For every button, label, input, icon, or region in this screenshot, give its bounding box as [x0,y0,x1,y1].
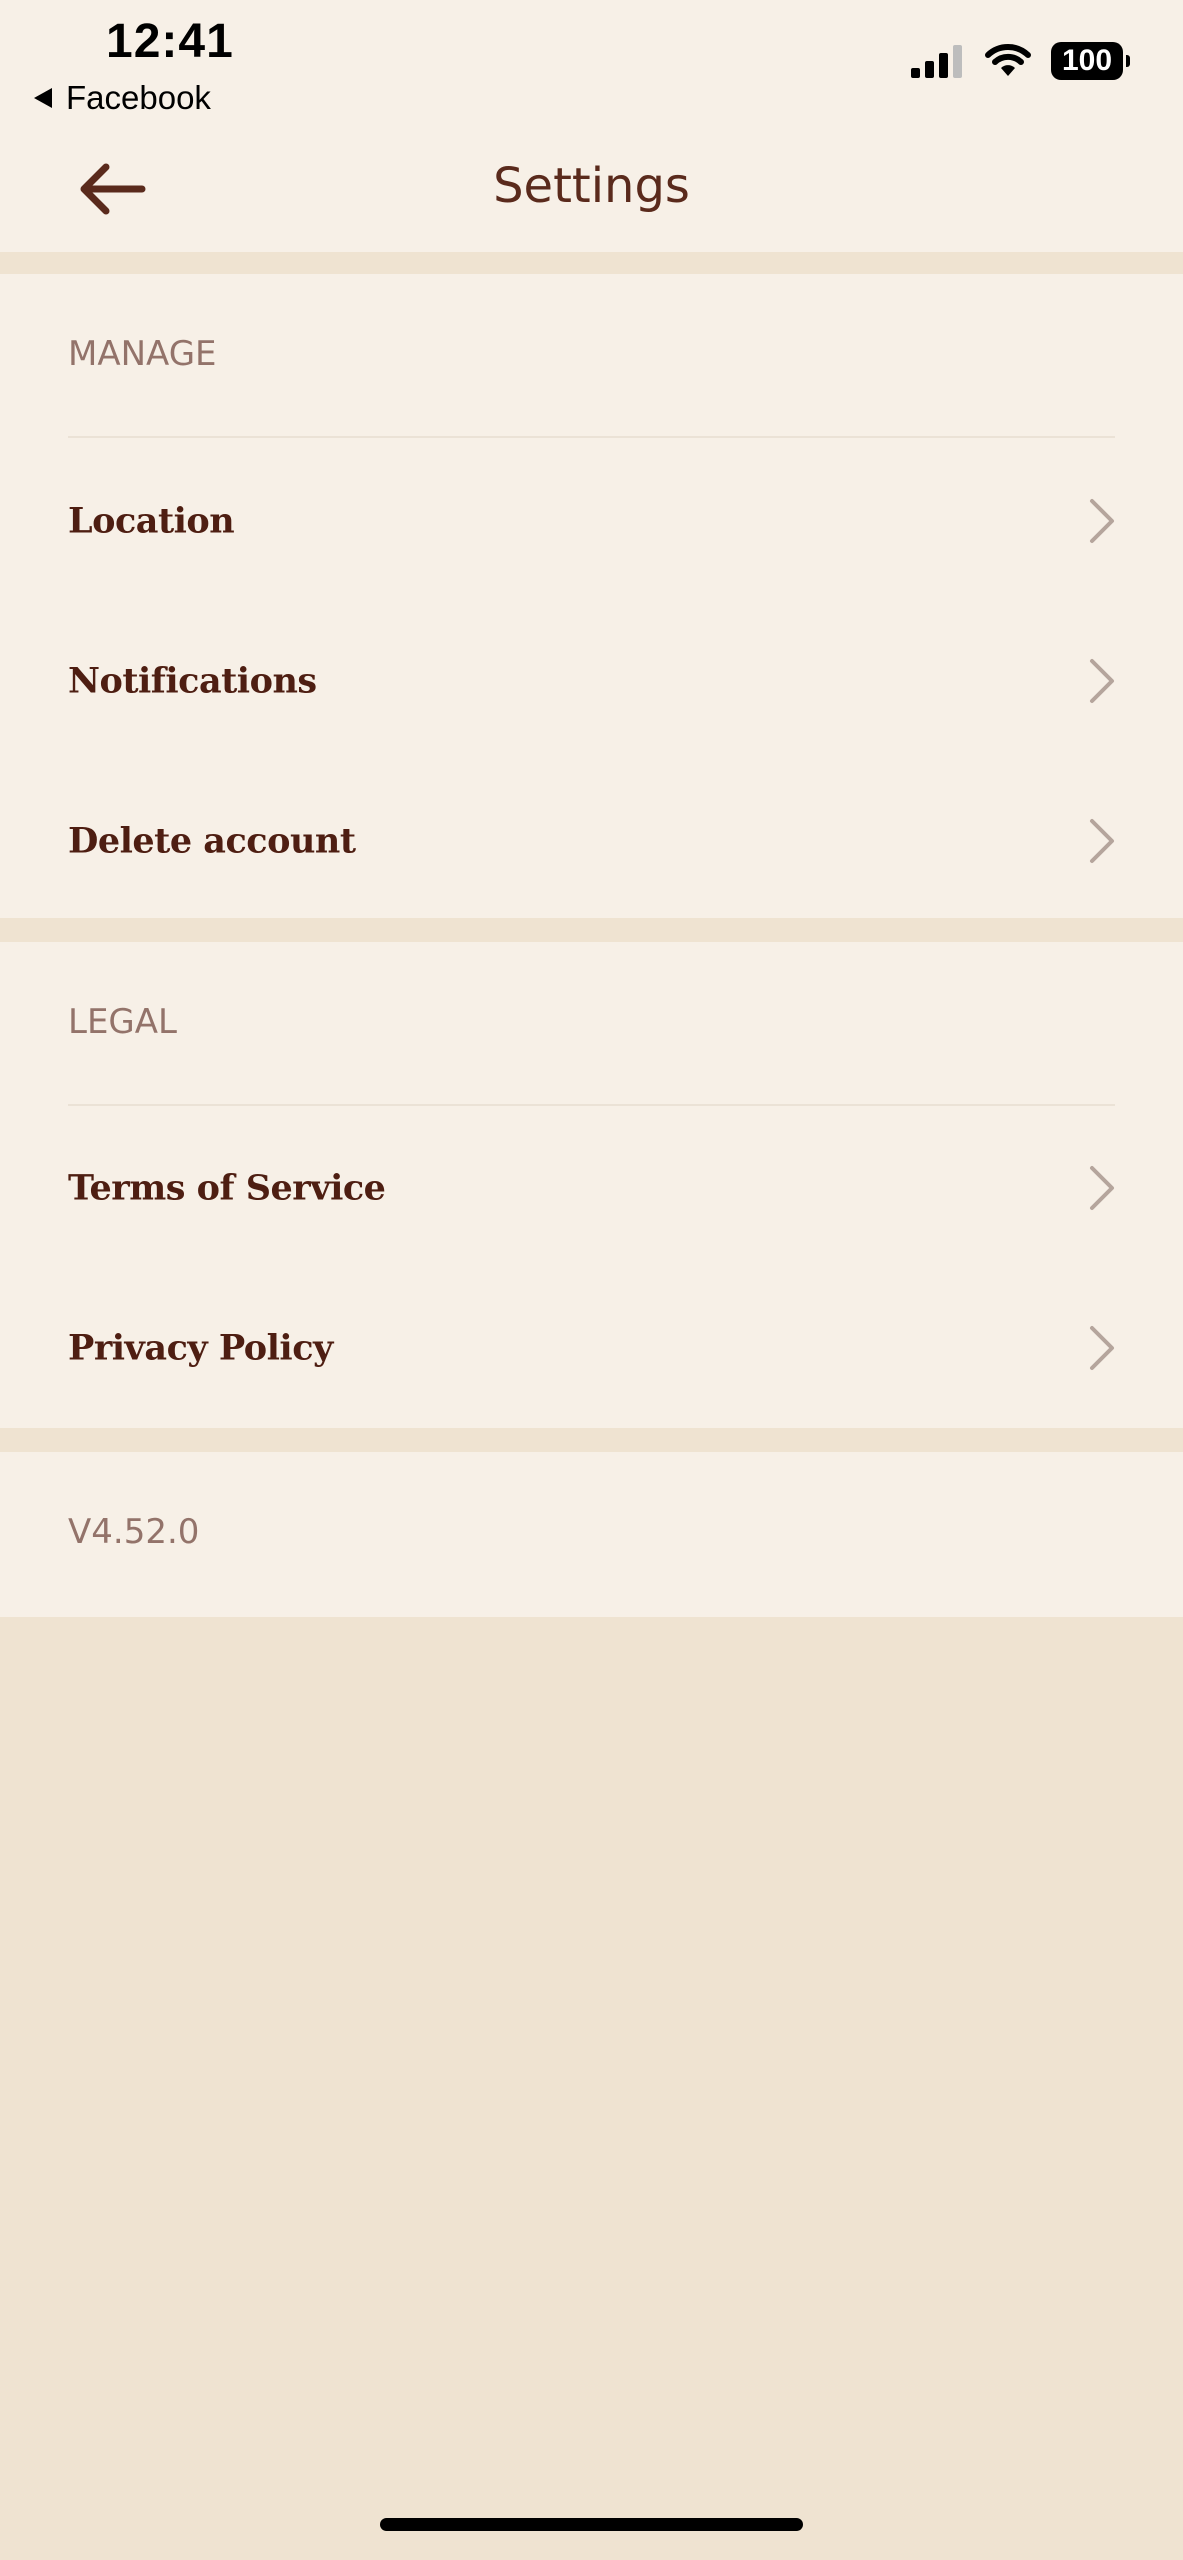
manage-divider [68,436,1115,438]
battery-icon: 100 [1051,42,1130,80]
settings-row-terms-of-service[interactable]: Terms of Service [0,1108,1183,1268]
wifi-icon [985,44,1031,76]
signal-icon [911,45,962,78]
row-label: Privacy Policy [68,1327,333,1369]
status-time: 12:41 [106,15,234,68]
version-section: V4.52.0 [0,1452,1183,1617]
back-to-app-link[interactable]: Facebook [34,78,211,118]
legal-header: LEGAL [68,1002,177,1042]
row-label: Notifications [68,660,317,702]
back-triangle-icon [34,88,52,108]
settings-row-privacy-policy[interactable]: Privacy Policy [0,1268,1183,1428]
nav-bar: Settings [0,130,1183,252]
row-label: Terms of Service [68,1167,386,1209]
chevron-right-icon [1090,659,1114,703]
row-label: Location [68,500,235,542]
back-app-label: Facebook [66,79,211,116]
app-version: V4.52.0 [68,1512,200,1552]
chevron-right-icon [1090,819,1114,863]
settings-row-notifications[interactable]: Notifications [0,601,1183,761]
chevron-right-icon [1090,1166,1114,1210]
legal-divider [68,1104,1115,1106]
chevron-right-icon [1090,499,1114,543]
settings-row-location[interactable]: Location [0,441,1183,601]
page-title: Settings [493,158,690,214]
manage-section: MANAGE Location Notifications Delete acc… [0,274,1183,918]
chevron-right-icon [1090,1326,1114,1370]
status-bar: 12:41 Facebook 100 [0,0,1183,130]
manage-header: MANAGE [68,334,217,374]
legal-section: LEGAL Terms of Service Privacy Policy [0,942,1183,1428]
home-indicator [380,2518,803,2531]
settings-row-delete-account[interactable]: Delete account [0,761,1183,921]
status-icons: 100 [911,42,1130,80]
row-label: Delete account [68,820,356,862]
